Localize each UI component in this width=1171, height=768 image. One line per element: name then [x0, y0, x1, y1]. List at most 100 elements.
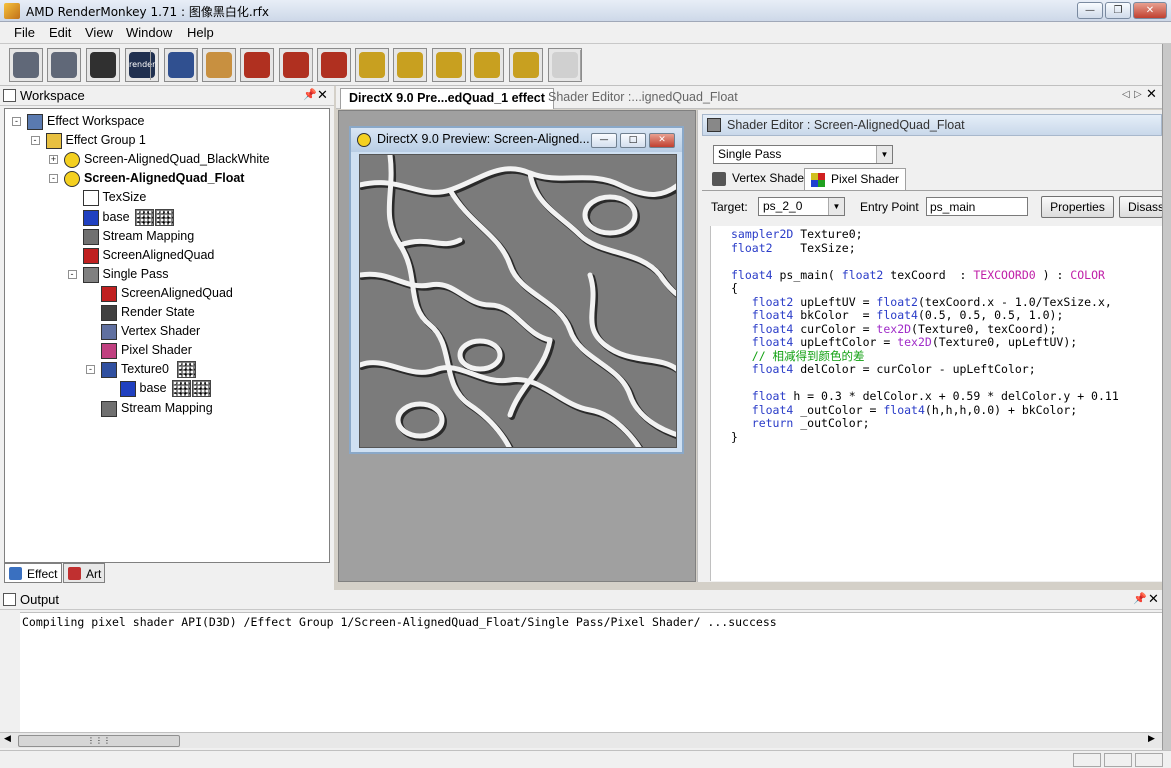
target-select[interactable]: ps_2_0 ▼	[758, 197, 845, 216]
code-token: float4	[751, 308, 794, 322]
close-icon[interactable]: ✕	[1148, 591, 1159, 607]
entry-point-input[interactable]	[926, 197, 1028, 216]
menu-edit[interactable]: Edit	[49, 25, 71, 40]
tree-item-label: Effect Group 1	[65, 133, 146, 148]
code-token: float4	[751, 321, 794, 336]
camera-icon	[359, 52, 385, 78]
code-token: }	[731, 429, 738, 444]
code-line: float4 upLeftColor = tex2D(Texture0, upL…	[731, 335, 1078, 350]
collapse-icon[interactable]: -	[30, 136, 40, 146]
toolbar-button-10[interactable]	[355, 48, 389, 82]
toolbar-button-4[interactable]: render	[125, 48, 159, 82]
toolbar-button-8[interactable]	[279, 48, 313, 82]
close-document-icon[interactable]: ✕	[1146, 87, 1157, 102]
preview-minimize-button[interactable]: —	[591, 133, 617, 148]
collapse-icon[interactable]: -	[49, 174, 58, 184]
preview-title-bar[interactable]: DirectX 9.0 Preview: Screen-Aligned... —…	[351, 128, 682, 152]
tab-effect[interactable]: Effect	[4, 563, 62, 583]
render-state-icon	[101, 305, 117, 321]
add-variable-icon	[283, 52, 309, 78]
tab-shader-editor[interactable]: Shader Editor :...ignedQuad_Float	[540, 88, 746, 109]
chevron-down-icon[interactable]: ▼	[876, 146, 892, 163]
toolbar-button-5[interactable]	[164, 48, 198, 82]
toolbar-button-1[interactable]	[9, 48, 43, 82]
tab-scroll-right-icon[interactable]: ▷	[1134, 89, 1142, 100]
pin-icon[interactable]: 📌	[1133, 592, 1147, 605]
entry-point-label: Entry Point	[860, 200, 919, 214]
camera-icon	[397, 52, 423, 78]
preview-close-button[interactable]: ✕	[649, 133, 675, 148]
render-preview-canvas[interactable]	[359, 154, 677, 448]
workspace-tree[interactable]: - Effect Workspace - Effect Group 1 + Screen-…	[4, 108, 330, 563]
tab-art[interactable]: Art	[63, 563, 105, 583]
toolbar-button-15[interactable]	[548, 48, 582, 82]
menu-help[interactable]: Help	[187, 25, 214, 40]
workspace-panel: Workspace 📌 ✕ - Effect Workspace - Effect G…	[0, 86, 334, 591]
chevron-down-icon[interactable]: ▼	[828, 198, 844, 215]
tree-item-label: TexSize	[102, 190, 147, 205]
toolbar-button-9[interactable]	[317, 48, 351, 82]
toolbar-button-12[interactable]	[432, 48, 466, 82]
preview-maximize-button[interactable]: □	[620, 133, 646, 148]
toolbar-button-7[interactable]	[240, 48, 274, 82]
add-pixel-shader-icon	[51, 52, 77, 78]
horizontal-scrollbar[interactable]: ◀ ⋮⋮⋮ ▶	[0, 732, 1162, 748]
variable-icon	[82, 190, 99, 207]
close-button[interactable]: ✕	[1133, 2, 1167, 19]
toolbar-button-3[interactable]	[86, 48, 120, 82]
tab-preview[interactable]: DirectX 9.0 Pre...edQuad_1 effect	[340, 88, 554, 109]
toolbar-button-11[interactable]	[393, 48, 427, 82]
tree-item-label: base	[102, 209, 130, 224]
collapse-icon[interactable]: -	[67, 269, 77, 279]
output-log[interactable]: Compiling pixel shader API(D3D) /Effect …	[20, 612, 1162, 734]
expand-icon[interactable]: +	[49, 155, 58, 165]
rendermonkey-app-icon[interactable]	[4, 3, 20, 19]
menu-view[interactable]: View	[85, 25, 113, 40]
scrollbar-thumb[interactable]: ⋮⋮⋮	[18, 735, 180, 747]
minimize-button[interactable]: —	[1077, 2, 1103, 19]
tree-item-label: ScreenAlignedQuad	[121, 285, 233, 300]
sphere-model-icon	[168, 52, 194, 78]
toolbar-button-2[interactable]	[47, 48, 81, 82]
collapse-icon[interactable]: -	[86, 365, 95, 375]
code-token: float2	[731, 240, 773, 255]
shader-editor-icon	[707, 118, 721, 132]
menu-file[interactable]: File	[14, 25, 35, 40]
code-line: }	[731, 429, 738, 445]
directx-icon	[357, 133, 371, 147]
target-label: Target:	[711, 200, 748, 214]
code-token: float4	[883, 402, 925, 417]
texture-thumbnail	[177, 361, 196, 379]
disassembly-button[interactable]: Disassembly	[1119, 196, 1163, 218]
preview-window[interactable]: DirectX 9.0 Preview: Screen-Aligned... —…	[349, 126, 684, 454]
scroll-left-icon[interactable]: ◀	[4, 734, 11, 744]
code-token: _outColor;	[793, 416, 870, 430]
code-line: float h = 0.3 * delColor.x + 0.59 * delC…	[731, 389, 1119, 404]
scroll-right-icon[interactable]: ▶	[1148, 734, 1155, 744]
code-token: (Texture0, upLeftUV);	[931, 335, 1078, 349]
maximize-button[interactable]: ❐	[1105, 2, 1131, 19]
close-icon[interactable]: ✕	[317, 87, 328, 103]
tab-scroll-left-icon[interactable]: ◁	[1122, 89, 1130, 100]
menu-window[interactable]: Window	[126, 25, 172, 40]
properties-button[interactable]: Properties	[1041, 196, 1114, 218]
texture-icon	[119, 381, 136, 398]
toolbar-button-13[interactable]	[470, 48, 504, 82]
pass-select[interactable]: Single Pass ▼	[713, 145, 893, 164]
code-line: float2 upLeftUV = float2(texCoord.x - 1.…	[731, 295, 1112, 310]
status-cell	[1135, 753, 1163, 767]
workspace-tabs: Effect Art	[0, 563, 334, 591]
code-line: // 相减得到颜色的差	[731, 349, 865, 364]
palette-icon	[206, 52, 232, 78]
toolbar-button-14[interactable]	[509, 48, 543, 82]
tab-pixel-shader[interactable]: Pixel Shader	[804, 168, 907, 190]
tab-vertex-shader[interactable]: Vertex Shader	[706, 168, 814, 190]
code-editor[interactable]: sampler2D Texture0; float2 TexSize; float4…	[710, 226, 1162, 581]
collapse-icon[interactable]: -	[12, 117, 21, 126]
add-vertex-shader-icon	[13, 52, 39, 78]
pin-icon[interactable]: 📌	[303, 88, 317, 101]
toolbar-button-6[interactable]	[202, 48, 236, 82]
